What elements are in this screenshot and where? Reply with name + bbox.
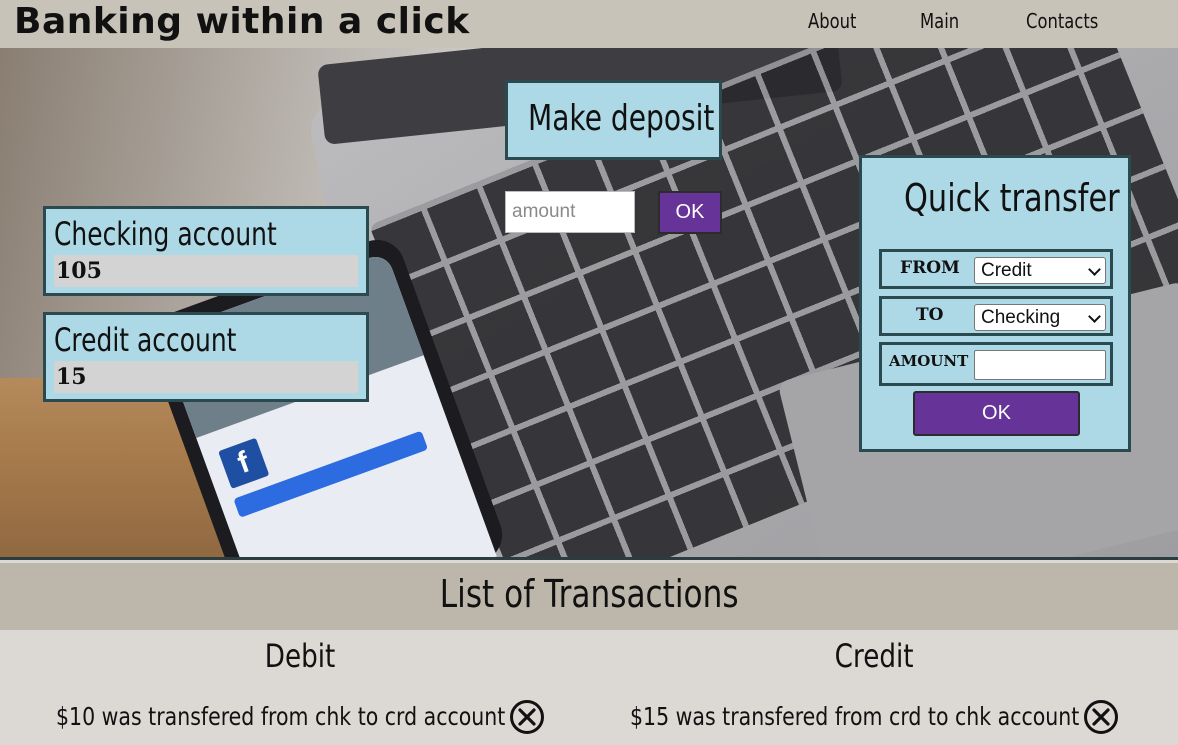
checking-account-panel: Checking account 105 (43, 206, 369, 296)
debit-item-text: $10 was transfered from chk to crd accou… (56, 702, 506, 731)
top-header: Banking within a click About Main Contac… (0, 0, 1178, 48)
circle-x-icon[interactable] (509, 699, 545, 735)
credit-account-title: Credit account (54, 321, 237, 359)
chevron-down-icon (1088, 310, 1101, 323)
brand-title: Banking within a click (14, 1, 470, 42)
nav-contacts-link[interactable]: Contacts (1026, 8, 1098, 34)
from-row: FROM Credit (879, 249, 1113, 289)
from-label: FROM (900, 258, 960, 278)
facebook-logo-icon: f (218, 437, 270, 489)
to-account-select[interactable]: Checking (974, 304, 1106, 331)
transfer-ok-button[interactable]: OK (913, 391, 1080, 436)
checking-account-title: Checking account (54, 215, 277, 253)
deposit-ok-button[interactable]: OK (658, 191, 722, 234)
circle-x-icon[interactable] (1083, 699, 1119, 735)
credit-item-text: $15 was transfered from crd to chk accou… (630, 702, 1080, 731)
to-label: TO (916, 305, 944, 325)
credit-title: Credit (834, 637, 914, 675)
transfer-amount-input[interactable] (974, 350, 1106, 380)
quick-transfer-panel: Quick transfer FROM Credit TO Checking A… (859, 155, 1131, 452)
to-row: TO Checking (879, 296, 1113, 336)
transactions-header: List of Transactions (0, 563, 1178, 630)
debit-title: Debit (264, 637, 336, 675)
quick-transfer-title: Quick transfer (904, 176, 1120, 220)
credit-account-balance: 15 (54, 361, 358, 393)
chevron-down-icon (1088, 263, 1101, 276)
nav-main-link[interactable]: Main (920, 8, 959, 34)
amount-label: AMOUNT (889, 352, 969, 370)
nav-about-link[interactable]: About (808, 8, 856, 34)
make-deposit-title: Make deposit (528, 98, 715, 139)
from-selected-value: Credit (981, 260, 1032, 281)
amount-row: AMOUNT (879, 342, 1113, 386)
transactions-title: List of Transactions (439, 572, 739, 616)
deposit-amount-input[interactable] (505, 191, 635, 233)
checking-account-balance: 105 (54, 255, 358, 287)
credit-account-panel: Credit account 15 (43, 312, 369, 402)
from-account-select[interactable]: Credit (974, 257, 1106, 284)
credit-column: Credit $15 was transfered from crd to ch… (588, 630, 1178, 745)
debit-column: Debit $10 was transfered from chk to crd… (0, 630, 600, 745)
make-deposit-panel: Make deposit (505, 80, 722, 160)
to-selected-value: Checking (981, 307, 1061, 328)
